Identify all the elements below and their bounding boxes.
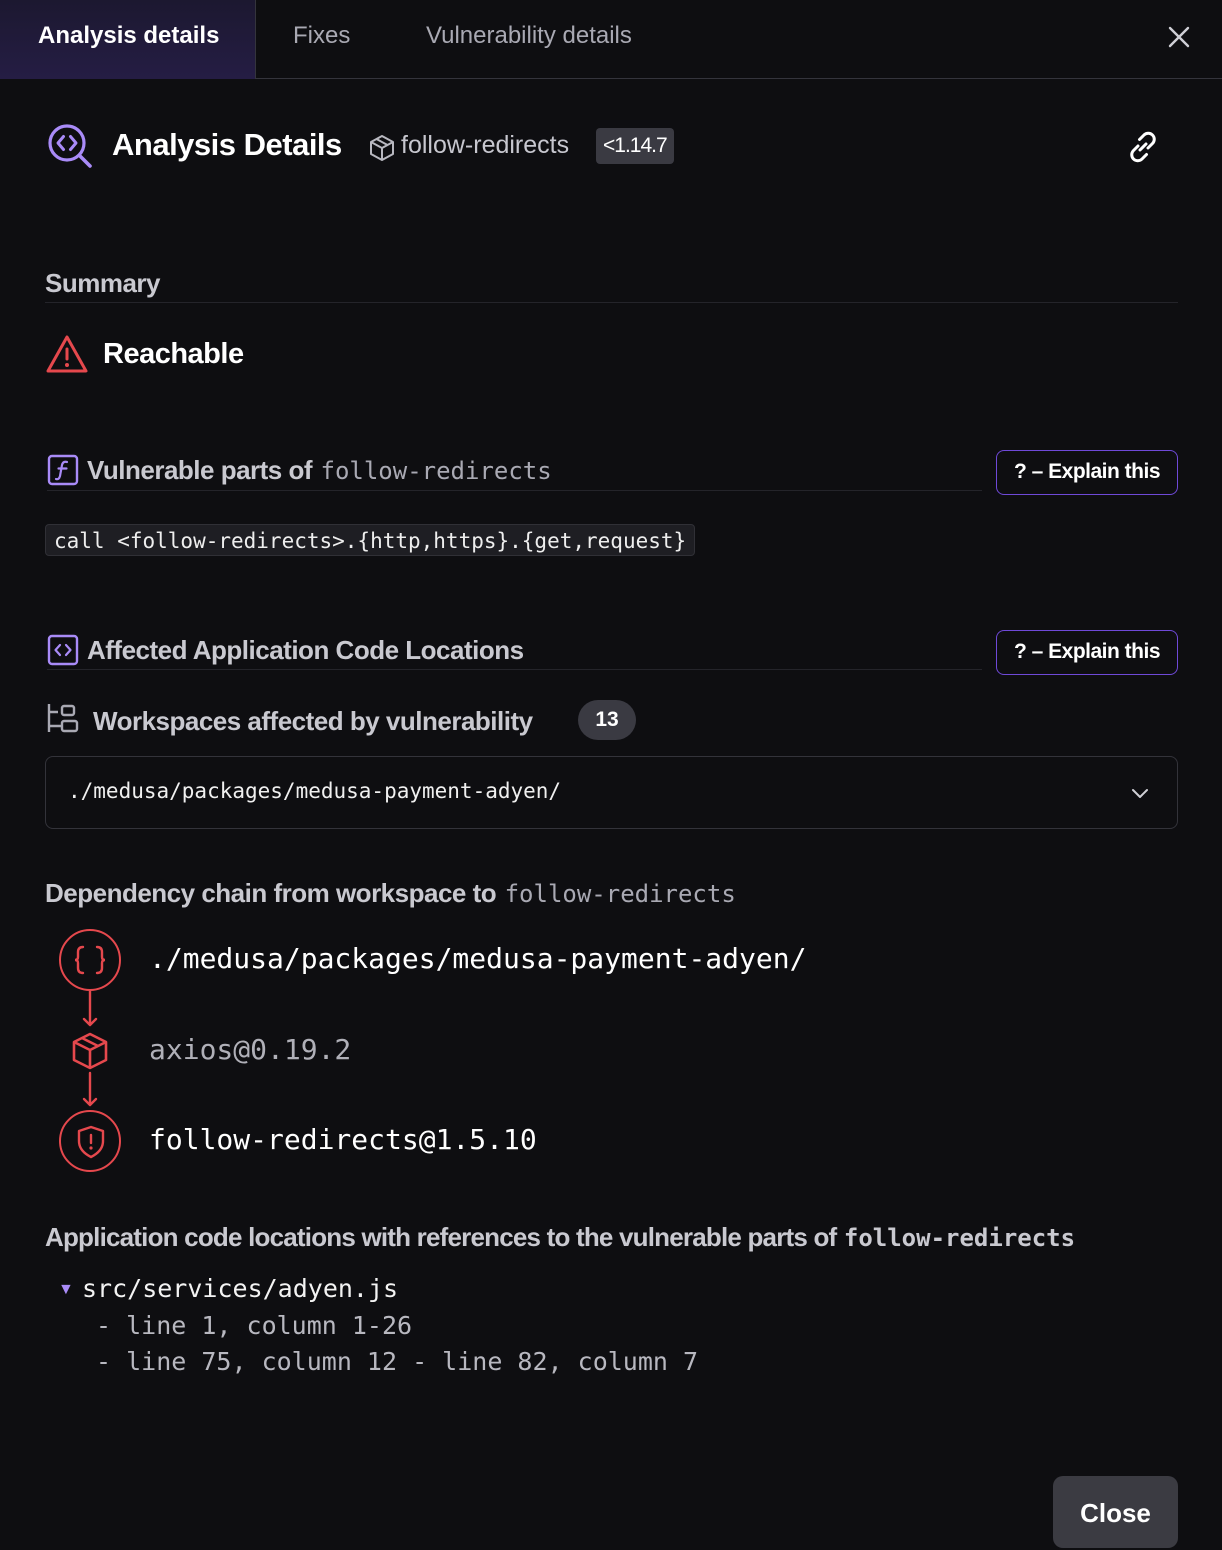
close-icon[interactable] [1166,24,1192,50]
expand-triangle-icon[interactable]: ▼ [58,1281,74,1299]
explain-affected-locations-button[interactable]: ? – Explain this [996,630,1178,675]
reachability-status: Reachable [103,338,244,370]
dependency-chain-package: follow-redirects [504,880,736,908]
chain-node-workspace: ./medusa/packages/medusa-payment-adyen/ [149,942,807,975]
vulnerable-parts-divider [47,490,982,491]
workspace-tree-icon [47,704,79,733]
chain-node-follow-redirects: follow-redirects@1.5.10 [149,1123,537,1156]
analysis-header: Analysis Details follow-redirects <1.14.… [46,120,1176,172]
page-title: Analysis Details [112,127,342,162]
code-location-line[interactable]: - line 75, column 12 - line 82, column 7 [96,1347,698,1376]
explain-vulnerable-parts-button[interactable]: ? – Explain this [996,450,1178,495]
workspace-node-circle [59,929,121,991]
version-badge: <1.14.7 [596,128,674,164]
vulnerable-node-circle [59,1110,121,1172]
code-icon [47,634,79,666]
workspaces-label: Workspaces affected by vulnerability [93,706,533,736]
function-icon [47,454,79,486]
tab-bar: Analysis details Fixes Vulnerability det… [0,0,1222,80]
workspace-select[interactable]: ./medusa/packages/medusa-payment-adyen/ [45,756,1178,829]
vulnerable-parts-package: follow-redirects [320,457,552,485]
package-node-icon [72,1032,108,1070]
vulnerable-call-code: call <follow-redirects>.{http,https}.{ge… [45,524,696,556]
vulnerable-parts-title-text: Vulnerable parts of [87,455,313,485]
workspace-select-value: ./medusa/packages/medusa-payment-adyen/ [68,779,562,803]
code-search-icon [48,124,92,168]
chain-node-axios: axios@0.19.2 [149,1033,352,1066]
close-button[interactable]: Close [1053,1476,1178,1548]
dependency-chain-title: Dependency chain from workspace to follo… [45,878,736,909]
tab-divider [256,78,1222,79]
code-locations-package: follow-redirects [843,1224,1076,1252]
affected-locations-title: Affected Application Code Locations [87,635,524,665]
package-icon [370,135,394,161]
affected-locations-divider [47,669,982,670]
tab-vulnerability-details[interactable]: Vulnerability details [426,22,632,50]
link-icon[interactable] [1124,128,1162,166]
tab-analysis-details-label[interactable]: Analysis details [38,22,219,50]
code-location-file[interactable]: src/services/adyen.js [82,1274,398,1303]
chevron-down-icon [1132,789,1148,798]
workspace-count-badge: 13 [578,700,636,740]
dependency-chain-title-text: Dependency chain from workspace to [45,878,497,908]
vulnerable-parts-title: Vulnerable parts of follow-redirects [87,455,552,486]
package-name: follow-redirects [401,131,570,159]
code-locations-title-text: Application code locations with referenc… [45,1222,837,1252]
braces-icon [74,945,106,975]
code-location-line[interactable]: - line 1, column 1-26 [96,1311,412,1340]
summary-label: Summary [45,268,161,298]
warning-icon [46,335,88,373]
tab-fixes[interactable]: Fixes [293,22,350,50]
code-locations-title: Application code locations with referenc… [45,1222,1075,1253]
shield-alert-icon [77,1125,105,1159]
summary-divider [45,302,1178,303]
